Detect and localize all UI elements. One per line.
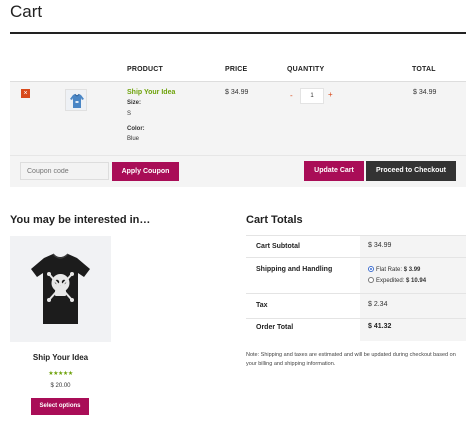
color-label: Color: [127,126,145,132]
column-header-quantity: QUANTITY [287,66,325,73]
item-total: $ 34.99 [413,89,437,96]
update-cart-button[interactable]: Update Cart [304,161,364,181]
column-header-price: PRICE [225,66,248,73]
actions-divider [10,155,466,156]
shipping-option-expedited[interactable]: Expedited: $ 10.94 [368,277,426,284]
title-divider [10,32,466,34]
skull-tshirt-icon[interactable] [10,236,111,342]
cart-product-link[interactable]: Ship Your Idea [127,89,175,96]
size-label: Size: [127,100,142,106]
size-value: S [127,111,132,117]
apply-coupon-button[interactable]: Apply Coupon [112,162,179,181]
flat-rate-amount: $ 3.99 [403,267,421,273]
column-header-total: TOTAL [412,66,436,73]
hoodie-thumbnail-icon[interactable] [65,89,87,111]
cross-sells-title: You may be interested in… [10,214,151,226]
proceed-to-checkout-button[interactable]: Proceed to Checkout [366,161,456,181]
quantity-increase-button[interactable]: + [328,90,333,99]
cart-subtotal-value: $ 34.99 [368,242,392,249]
expedited-amount: $ 10.94 [406,278,427,284]
tax-label: Tax [256,302,268,309]
shipping-note: Note: Shipping and taxes are estimated a… [246,352,456,367]
cart-totals-title: Cart Totals [246,214,303,226]
cross-sell-product-name[interactable]: Ship Your Idea [10,353,111,362]
totals-value-cell [360,258,466,293]
color-value: Blue [127,136,140,142]
expedited-label: Expedited: [376,278,407,284]
shipping-label: Shipping and Handling [256,266,333,273]
quantity-input[interactable]: 1 [300,88,324,104]
cart-subtotal-label: Cart Subtotal [256,243,300,250]
remove-item-button[interactable]: × [21,89,30,98]
column-header-product: PRODUCT [127,66,164,73]
tax-value: $ 2.34 [368,301,388,308]
flat-rate-radio[interactable] [368,266,374,272]
expedited-radio[interactable] [368,277,374,283]
flat-rate-label: Flat Rate: [376,267,404,273]
coupon-code-input[interactable] [20,162,109,180]
quantity-decrease-button[interactable]: - [290,91,293,100]
order-total-value: $ 41.32 [368,323,392,330]
cart-totals-table: Cart Subtotal $ 34.99 Shipping and Handl… [246,235,466,341]
page-title: Cart [10,2,43,21]
item-price: $ 34.99 [225,89,249,96]
star-rating: ★★★★★ [48,371,73,377]
select-options-button[interactable]: Select options [31,398,89,415]
order-total-label: Order Total [256,324,294,331]
shipping-option-flat-rate[interactable]: Flat Rate: $ 3.99 [368,266,420,273]
cross-sell-price: $ 20.00 [50,383,71,389]
